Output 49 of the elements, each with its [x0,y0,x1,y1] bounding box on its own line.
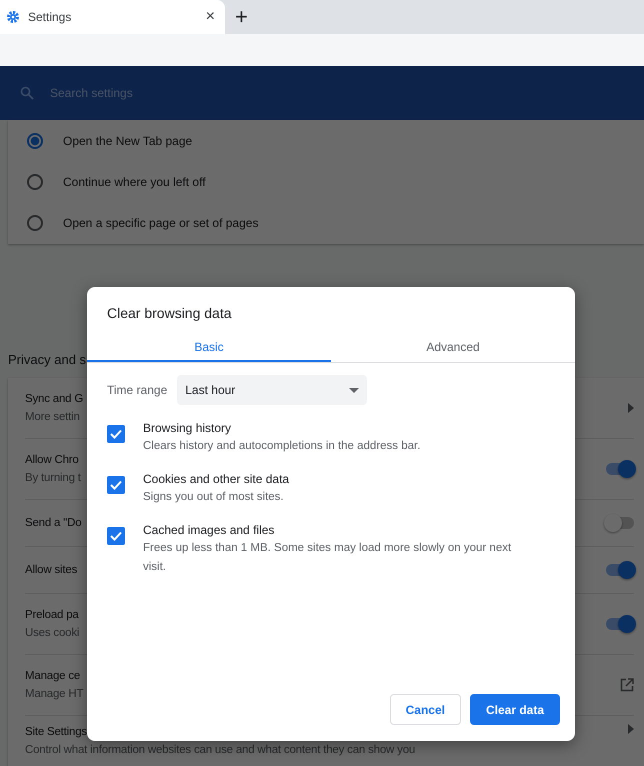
toggle-switch[interactable] [606,463,634,475]
tab[interactable]: Advanced [331,335,575,362]
setting-description: More settin [25,410,80,424]
cancel-button[interactable]: Cancel [390,694,461,725]
field-label: Time range [107,383,168,397]
item-title: Cached images and files [143,522,276,539]
dialog-title: Clear browsing data [106,304,233,323]
radio-button[interactable] [27,132,43,149]
setting-title: Allow sites [25,562,78,578]
radio-button[interactable] [27,215,43,232]
time-range-dropdown[interactable]: Last hour [177,375,368,405]
checkbox[interactable] [107,476,125,494]
close-button[interactable]: × [206,8,215,26]
option-label: Continue where you left off [63,174,206,189]
setting-description: Manage HT [25,686,84,702]
option-label: Open the New Tab page [63,134,192,148]
gear-icon [6,10,20,24]
checkbox[interactable] [107,527,125,545]
clear-data-button[interactable]: Clear data [470,694,560,725]
toggle-switch[interactable] [606,618,634,630]
item-description: Signs you out of most sites. [143,490,285,505]
item-title: Browsing history [143,420,232,437]
tab-title: Settings [28,10,72,24]
dropdown-caret-icon [349,388,360,392]
setting-title: Sync and G [25,392,84,406]
section-title: Privacy and s [8,352,88,369]
browser-tab[interactable]: Settings × [0,0,225,34]
setting-title: Site Settings [25,725,87,740]
radio-button[interactable] [27,174,43,190]
item-description: Frees up less than 1 MB. Some sites may load more slowly on your next visit. [143,541,512,575]
checkbox[interactable] [107,425,125,443]
setting-title: Preload pa [25,608,79,622]
search-icon [20,86,34,100]
arrow-right-icon [628,724,634,734]
setting-description: Control what information websites can use and what content they can show you [25,743,416,758]
setting-title: Manage ce [25,668,80,684]
new-tab-button[interactable]: + [235,6,248,28]
arrow-right-icon [628,403,634,413]
setting-description: By turning t [25,470,81,486]
setting-title: Send a "Do [25,516,82,530]
toggle-switch[interactable] [606,564,634,576]
option-label: Open a specific page or set of pages [63,216,258,230]
external-link-icon [620,678,634,692]
item-title: Cookies and other site data [143,471,290,488]
setting-title: Allow Chro [25,452,79,468]
toggle-switch[interactable] [606,517,634,529]
item-description: Clears history and autocompletions in the address bar. [143,439,420,454]
setting-description: Uses cooki [25,626,80,640]
tab[interactable]: Basic [87,335,331,362]
